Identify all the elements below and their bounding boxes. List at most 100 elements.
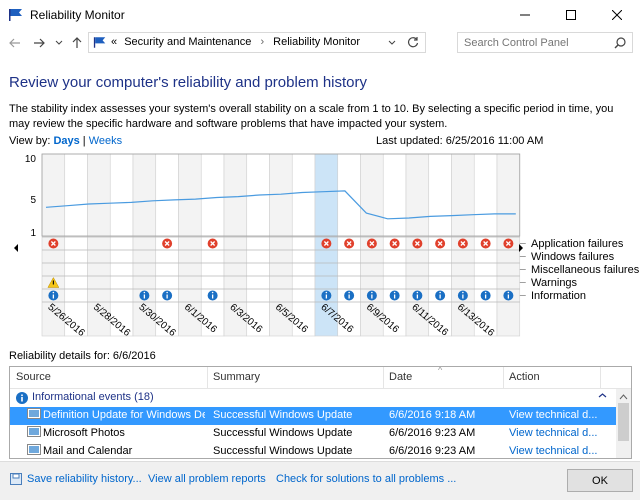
last-updated: Last updated: 6/25/2016 11:00 AM (376, 135, 544, 147)
scroll-right-icon[interactable] (519, 244, 523, 252)
breadcrumb-overflow[interactable]: « (111, 36, 117, 48)
information-dot-glyph (484, 291, 487, 294)
group-title: Informational events (18) (32, 391, 154, 403)
legend-miscellaneous-failures: Miscellaneous failures (531, 264, 640, 276)
update-icon (27, 444, 41, 458)
legend-application-failures: Application failures (531, 238, 624, 250)
information-dot-glyph (439, 291, 441, 294)
row-date: 6/6/2016 9:23 AM (389, 445, 476, 457)
sort-ascending-icon: ^ (438, 366, 443, 375)
information-dot-glyph (166, 291, 168, 294)
recent-locations-button[interactable] (50, 34, 68, 52)
reliability-chart-svg[interactable]: 10515/26/2016 5/28/2016 5/30/2016 6/1/2016 6… (8, 150, 528, 345)
update-icon (27, 426, 41, 441)
table-row[interactable]: Microsoft Photos Successful Windows Upda… (10, 425, 616, 443)
column-divider[interactable] (207, 367, 208, 389)
column-action[interactable]: Action (509, 371, 540, 383)
collapse-group-icon[interactable] (598, 390, 607, 405)
save-reliability-history-link[interactable]: Save reliability history... (27, 473, 142, 485)
navigation-bar: « Security and Maintenance › Reliability… (0, 30, 640, 56)
day-column[interactable] (246, 153, 270, 337)
y-tick-label: 5 (30, 195, 36, 206)
table-row[interactable]: Mail and Calendar Successful Windows Upd… (10, 443, 616, 458)
view-days-link[interactable]: Days (53, 135, 79, 147)
title-bar: Reliability Monitor (0, 0, 640, 30)
back-button[interactable] (6, 34, 24, 52)
group-header-informational[interactable]: Informational events (18) (10, 389, 616, 407)
footer-bar: Save reliability history... View all pro… (0, 461, 640, 500)
table-header: Source Summary Date ^ Action (10, 367, 631, 389)
breadcrumb-reliability-monitor[interactable]: Reliability Monitor (273, 36, 360, 48)
information-dot-glyph (348, 291, 350, 294)
search-input[interactable] (458, 33, 608, 52)
row-summary: Successful Windows Update (213, 427, 353, 439)
window-title: Reliability Monitor (30, 8, 125, 22)
view-by-selector: View by: Days | Weeks (9, 135, 122, 147)
y-tick-label: 10 (25, 154, 37, 165)
information-icon (16, 392, 28, 407)
address-dropdown-icon[interactable] (388, 36, 396, 51)
scroll-left-icon[interactable] (14, 244, 18, 252)
information-dot-glyph (507, 291, 510, 294)
view-technical-details-link[interactable]: View technical d... (509, 427, 601, 439)
table-row[interactable]: Definition Update for Windows De... Succ… (10, 407, 616, 425)
column-divider[interactable] (383, 367, 384, 389)
scroll-thumb[interactable] (618, 403, 629, 441)
event-category-legend: Application failures Windows failures Mi… (531, 238, 639, 303)
view-weeks-link[interactable]: Weeks (89, 135, 122, 147)
legend-information: Information (531, 290, 587, 302)
reliability-flag-icon (8, 8, 24, 25)
column-summary[interactable]: Summary (213, 371, 260, 383)
update-icon (27, 408, 41, 423)
save-icon (10, 473, 22, 488)
page-title: Review your computer's reliability and p… (9, 74, 368, 91)
information-dot-glyph (371, 291, 373, 294)
reliability-details-label: Reliability details for: 6/6/2016 (9, 350, 156, 362)
information-dot-glyph (325, 291, 328, 294)
up-button[interactable] (68, 34, 86, 52)
column-date[interactable]: Date (389, 371, 412, 383)
scroll-up-icon[interactable] (619, 391, 628, 403)
ok-button[interactable]: OK (567, 469, 633, 492)
check-for-solutions-link[interactable]: Check for solutions to all problems ... (276, 473, 456, 485)
information-dot-glyph (462, 291, 464, 294)
view-technical-details-link[interactable]: View technical d... (509, 445, 601, 457)
column-source[interactable]: Source (16, 371, 51, 383)
information-dot-glyph (52, 291, 55, 294)
vertical-scrollbar[interactable] (616, 389, 631, 458)
view-separator: | (82, 135, 86, 147)
view-by-label: View by: (9, 135, 51, 147)
legend-warnings: Warnings (531, 277, 578, 289)
forward-button[interactable] (30, 34, 48, 52)
row-date: 6/6/2016 9:23 AM (389, 427, 476, 439)
page-description: The stability index assesses your system… (9, 103, 614, 130)
legend-windows-failures: Windows failures (531, 251, 615, 263)
row-source: Definition Update for Windows De... (43, 409, 205, 421)
breadcrumb-security-and-maintenance[interactable]: Security and Maintenance (124, 36, 251, 48)
information-dot-glyph (211, 291, 214, 294)
day-column[interactable] (291, 153, 316, 337)
day-column[interactable] (64, 153, 88, 337)
row-source: Microsoft Photos (43, 427, 125, 439)
row-summary: Successful Windows Update (213, 409, 353, 421)
day-column[interactable] (109, 153, 134, 337)
search-box[interactable] (457, 32, 633, 53)
row-source: Mail and Calendar (43, 445, 133, 457)
information-dot-glyph (143, 291, 146, 294)
minimize-button[interactable] (502, 0, 548, 30)
search-icon[interactable] (614, 37, 626, 52)
view-all-problem-reports-link[interactable]: View all problem reports (148, 473, 266, 485)
maximize-button[interactable] (548, 0, 594, 30)
close-button[interactable] (594, 0, 640, 30)
view-technical-details-link[interactable]: View technical d... (509, 409, 601, 421)
y-tick-label: 1 (30, 228, 36, 239)
column-divider[interactable] (503, 367, 504, 389)
details-table: Source Summary Date ^ Action Information… (9, 366, 632, 459)
address-field[interactable]: « Security and Maintenance › Reliability… (88, 32, 426, 53)
reliability-chart[interactable]: 10 5 1 5/26/2016 5/28/2016 5/30/2016 6/1/2016 6… (8, 150, 528, 345)
refresh-icon[interactable] (407, 36, 419, 51)
information-dot-glyph (416, 291, 419, 294)
row-date: 6/6/2016 9:18 AM (389, 409, 476, 421)
breadcrumb-separator-icon[interactable]: › (260, 36, 264, 48)
column-divider[interactable] (600, 367, 601, 389)
